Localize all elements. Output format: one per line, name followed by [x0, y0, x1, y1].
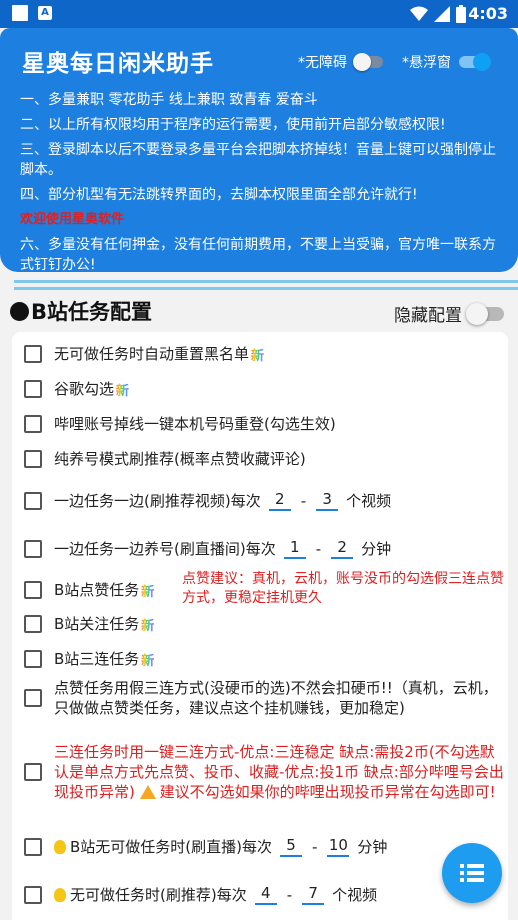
- wifi-icon: [410, 6, 428, 21]
- notice-item: 四、部分机型有无法跳转界面的，去脚本权限里面全部允许就行!: [20, 187, 418, 203]
- new-badge-icon: 新: [141, 615, 154, 634]
- checkbox[interactable]: [24, 345, 42, 363]
- hide-config-switch[interactable]: [466, 302, 504, 325]
- no-task-rec-min-input[interactable]: 4: [254, 884, 277, 905]
- checkbox[interactable]: [24, 581, 42, 599]
- bullet-dot-icon: [10, 301, 29, 321]
- option-triple-task[interactable]: B站三连任务新: [24, 649, 154, 669]
- battery-icon: [456, 5, 466, 23]
- side-video-max-input[interactable]: 3: [316, 490, 339, 511]
- option-side-video[interactable]: 一边任务一边(刷推荐视频)每次 2 - 3 个视频: [24, 490, 391, 511]
- float-window-toggle[interactable]: *悬浮窗: [402, 52, 491, 72]
- option-auto-reset[interactable]: 无可做任务时自动重置黑名单新: [24, 344, 264, 364]
- side-live-min-input[interactable]: 1: [283, 538, 306, 559]
- accessibility-switch[interactable]: [353, 53, 383, 71]
- checkbox[interactable]: [24, 415, 42, 433]
- accessibility-toggle[interactable]: *无障碍: [298, 52, 383, 72]
- like-advice-note: 点赞建议：真机，云机，账号没币的勾选假三连点赞方式，更稳定挂机更久: [182, 571, 504, 606]
- option-fake-triple[interactable]: 点赞任务用假三连方式(没硬币的选)不然会扣硬币!!（真机，云机，只做做点赞类任务…: [24, 678, 504, 718]
- app-title: 星奥每日闲米助手: [22, 51, 214, 77]
- option-one-key-triple[interactable]: 三连任务时用一键三连方式-优点:三连稳定 缺点:需投2币(不勾选默认是单点方式先…: [24, 742, 504, 802]
- checkbox[interactable]: [24, 615, 42, 633]
- checkbox[interactable]: [24, 380, 42, 398]
- signal-icon: [434, 6, 450, 22]
- range-dash: -: [300, 491, 307, 510]
- clock: 4:03: [468, 4, 508, 23]
- header-panel: 星奥每日闲米助手 *无障碍 *悬浮窗 一、多量兼职 零花助手 线上兼职 致青春 …: [0, 28, 518, 273]
- notification-square-icon: [12, 5, 28, 21]
- notice-item: 一、多量兼职 零花助手 线上兼职 致青春 爱奋斗: [20, 92, 318, 108]
- checkbox[interactable]: [24, 763, 42, 781]
- header-divider: [14, 280, 518, 294]
- range-dash: -: [312, 837, 318, 856]
- option-google-check[interactable]: 谷歌勾选新: [24, 379, 129, 399]
- checkbox[interactable]: [24, 837, 42, 856]
- menu-fab-button[interactable]: [442, 843, 502, 903]
- hide-config-toggle[interactable]: 隐藏配置: [394, 301, 504, 326]
- section-title: B站任务配置: [10, 296, 152, 326]
- list-icon: [460, 864, 484, 882]
- options-card: 无可做任务时自动重置黑名单新 谷歌勾选新 哔哩账号掉线一键本机号码重登(勾选生效…: [12, 332, 508, 920]
- notice-item: 二、以上所有权限均用于程序的运行需要，使用前开启部分敏感权限!: [20, 117, 446, 133]
- checkbox[interactable]: [24, 650, 42, 668]
- warning-icon: [139, 785, 156, 799]
- option-follow-task[interactable]: B站关注任务新: [24, 614, 154, 634]
- no-task-live-min-input[interactable]: 5: [280, 836, 302, 857]
- float-window-switch[interactable]: [459, 53, 491, 71]
- notice-list: 一、多量兼职 零花助手 线上兼职 致青春 爱奋斗 二、以上所有权限均用于程序的运…: [20, 90, 504, 280]
- notice-item: 三、登录脚本以后不要登录多量平台会把脚本挤掉线！音量上键可以强制停止脚本。: [20, 142, 496, 178]
- option-like-task[interactable]: B站点赞任务新: [24, 580, 154, 600]
- lightbulb-icon: [54, 839, 66, 854]
- notice-item: 六、多量没有任何押金，没有任何前期费用，不要上当受骗，官方唯一联系方式钉钉办公!: [20, 237, 496, 273]
- app-a-icon: A: [38, 6, 52, 20]
- option-side-live[interactable]: 一边任务一边养号(刷直播间)每次 1 - 2 分钟: [24, 538, 391, 559]
- welcome-text: 欢迎使用星奥软件: [20, 212, 125, 227]
- range-dash: -: [286, 885, 293, 904]
- option-no-task-rec[interactable]: 无可做任务时(刷推荐)每次 4 - 7 个视频: [24, 884, 377, 905]
- new-badge-icon: 新: [141, 581, 154, 600]
- checkbox[interactable]: [24, 491, 42, 510]
- float-window-label: *悬浮窗: [402, 55, 451, 71]
- status-icons: [410, 5, 466, 23]
- checkbox[interactable]: [24, 689, 42, 707]
- lightbulb-icon: [54, 887, 66, 902]
- accessibility-label: *无障碍: [298, 55, 347, 71]
- checkbox[interactable]: [24, 539, 42, 558]
- no-task-rec-max-input[interactable]: 7: [302, 884, 325, 905]
- checkbox[interactable]: [24, 885, 42, 904]
- new-badge-icon: 新: [116, 380, 129, 399]
- status-bar: A 4:03: [0, 0, 518, 28]
- option-relogin[interactable]: 哔哩账号掉线一键本机号码重登(勾选生效): [24, 414, 336, 434]
- side-video-min-input[interactable]: 2: [268, 490, 291, 511]
- option-pure-raise[interactable]: 纯养号模式刷推荐(概率点赞收藏评论): [24, 449, 306, 469]
- checkbox[interactable]: [24, 450, 42, 468]
- hide-config-label: 隐藏配置: [394, 306, 462, 326]
- range-dash: -: [315, 539, 322, 558]
- no-task-live-max-input[interactable]: 10: [327, 836, 350, 857]
- new-badge-icon: 新: [251, 345, 264, 364]
- side-live-max-input[interactable]: 2: [331, 538, 354, 559]
- new-badge-icon: 新: [141, 650, 154, 669]
- option-no-task-live[interactable]: B站无可做任务时(刷直播)每次 5 - 10 分钟: [24, 836, 387, 857]
